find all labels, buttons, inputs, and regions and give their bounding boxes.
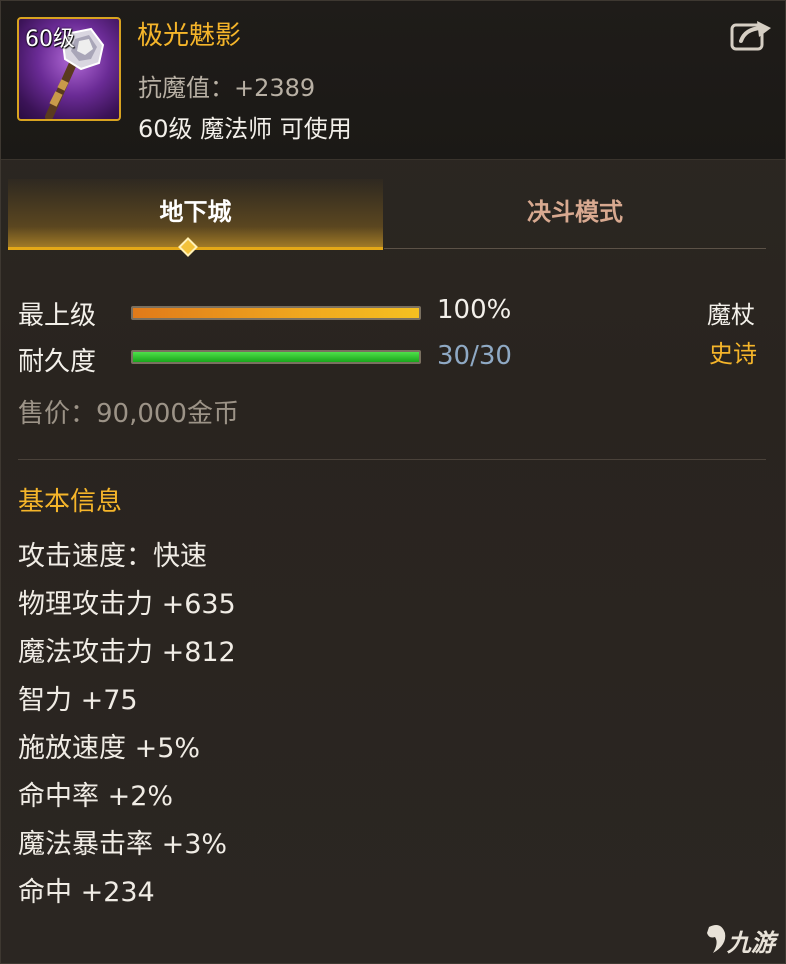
attribute-line: 魔法攻击力 +812 [18,637,236,668]
usage-requirement: 60级 魔法师 可使用 [138,115,352,143]
durability-bar-fill [133,352,419,362]
grade-bar-fill [133,308,419,318]
basic-info-title: 基本信息 [18,487,123,517]
attribute-line: 智力 +75 [18,685,138,716]
durability-value: 30/30 [437,341,512,371]
attribute-line: 命中率 +2% [18,781,174,812]
item-tooltip-panel: 60级 极光魅影 抗魔值：+2389 60级 魔法师 可使用 地下城 决斗模式 … [0,0,786,964]
tab-dungeon[interactable]: 地下城 [8,179,383,250]
item-name: 极光魅影 [137,21,242,51]
watermark-text: 九游 [727,929,775,957]
sell-price: 售价：90,000金币 [18,399,239,429]
magic-staff-icon: 60级 [17,17,121,121]
anti-magic-value: 抗魔值：+2389 [138,74,316,102]
attribute-line: 魔法暴击率 +3% [18,829,228,860]
attribute-line: 命中 +234 [18,877,155,908]
attribute-line: 施放速度 +5% [18,733,201,764]
share-icon[interactable] [729,17,773,53]
item-rarity: 史诗 [709,340,757,368]
item-type: 魔杖 [707,301,755,329]
durability-bar [131,350,421,364]
section-divider [18,459,766,460]
attribute-line: 攻击速度：快速 [18,541,207,572]
attribute-line: 物理攻击力 +635 [18,589,236,620]
mode-tabs: 地下城 决斗模式 [8,179,766,250]
item-level-badge: 60级 [25,27,75,52]
tab-duel-mode[interactable]: 决斗模式 [384,179,766,249]
durability-label: 耐久度 [18,347,97,377]
grade-bar [131,306,421,320]
item-header: 60级 极光魅影 抗魔值：+2389 60级 魔法师 可使用 [1,1,785,160]
grade-value: 100% [437,295,512,325]
grade-label: 最上级 [18,301,97,331]
